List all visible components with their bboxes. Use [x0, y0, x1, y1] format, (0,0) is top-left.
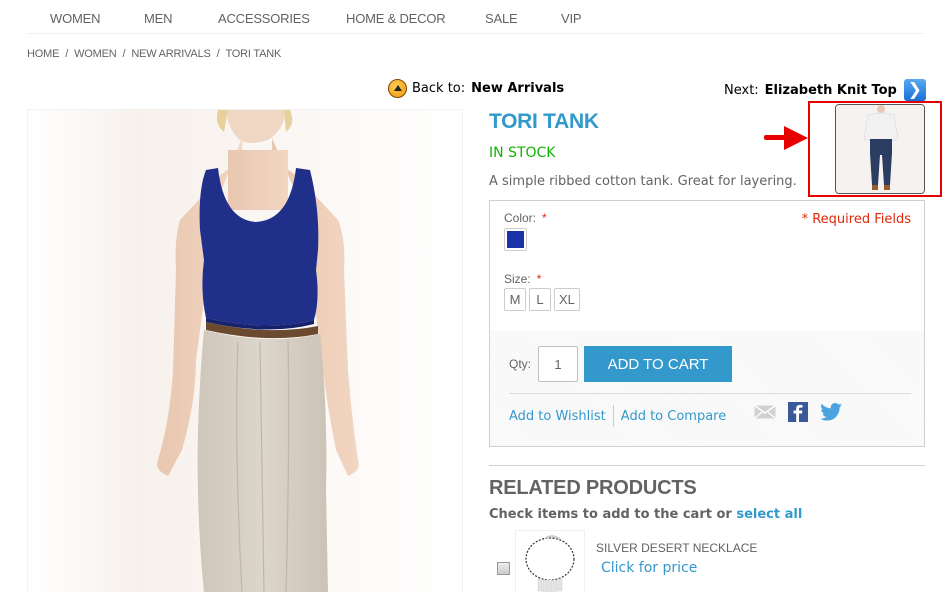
- qty-label: Qty:: [509, 357, 532, 371]
- email-icon[interactable]: [754, 405, 776, 419]
- product-options: Color: * * Required Fields Size: * M L XL: [489, 200, 925, 332]
- breadcrumb-current: TORI TANK: [225, 48, 282, 60]
- breadcrumb-separator: /: [65, 48, 69, 60]
- product-name: TORI TANK: [489, 110, 599, 133]
- social-share: [754, 402, 842, 422]
- breadcrumb-new-arrivals[interactable]: NEW ARRIVALS: [131, 48, 211, 60]
- qty-input[interactable]: [538, 346, 578, 382]
- breadcrumb-separator: /: [122, 48, 126, 60]
- breadcrumb-home[interactable]: HOME: [27, 48, 59, 60]
- nav-item-home-decor[interactable]: HOME & DECOR: [346, 11, 446, 26]
- necklace-image: [525, 535, 575, 592]
- breadcrumb: HOME / WOMEN / NEW ARRIVALS / TORI TANK: [27, 48, 281, 60]
- nav-item-women[interactable]: WOMEN: [50, 11, 100, 26]
- size-label-text: Size:: [504, 272, 531, 286]
- related-product-name[interactable]: SILVER DESERT NECKLACE: [596, 541, 757, 555]
- facebook-icon[interactable]: [788, 402, 808, 422]
- add-to-cart-box: Qty: ADD TO CART Add to Wishlist Add to …: [489, 331, 925, 447]
- add-to-cart-button[interactable]: ADD TO CART: [584, 346, 732, 382]
- breadcrumb-separator: /: [216, 48, 220, 60]
- required-fields-note: * Required Fields: [801, 212, 911, 227]
- breadcrumb-women[interactable]: WOMEN: [74, 48, 117, 60]
- add-to-wishlist-link[interactable]: Add to Wishlist: [509, 409, 606, 424]
- color-label-text: Color:: [504, 211, 537, 225]
- product-links: Add to Wishlist Add to Compare: [509, 405, 726, 427]
- select-all-link[interactable]: select all: [736, 507, 802, 522]
- click-for-price-link[interactable]: Click for price: [601, 560, 697, 576]
- next-product-thumbnail-image: [836, 105, 924, 193]
- product-description: A simple ribbed cotton tank. Great for l…: [489, 174, 797, 189]
- back-to-prefix: Back to:: [412, 81, 466, 96]
- twitter-icon[interactable]: [820, 403, 842, 421]
- up-arrow-icon: [388, 79, 407, 98]
- model-photo-illustration: [157, 110, 359, 592]
- related-product-checkbox[interactable]: [497, 562, 510, 575]
- divider: [489, 465, 925, 466]
- size-label: Size: *: [504, 272, 541, 286]
- next-target: Elizabeth Knit Top: [764, 82, 897, 98]
- size-option-xl[interactable]: XL: [554, 288, 580, 311]
- related-products-title: RELATED PRODUCTS: [489, 477, 697, 499]
- annotation-arrow-icon: [764, 126, 808, 150]
- color-label: Color: *: [504, 211, 547, 225]
- next-product-link[interactable]: Next: Elizabeth Knit Top ❯: [724, 79, 926, 101]
- required-star: *: [542, 211, 547, 225]
- next-prefix: Next:: [724, 82, 759, 98]
- nav-item-vip[interactable]: VIP: [561, 11, 582, 26]
- next-product-thumbnail[interactable]: [835, 104, 925, 194]
- nav-item-men[interactable]: MEN: [144, 11, 172, 26]
- related-note-text: Check items to add to the cart or: [489, 507, 732, 522]
- related-product-image[interactable]: [515, 530, 585, 592]
- top-navigation: WOMEN MEN ACCESSORIES HOME & DECOR SALE …: [27, 0, 924, 34]
- back-to-link[interactable]: Back to: New Arrivals: [388, 79, 564, 98]
- nav-item-accessories[interactable]: ACCESSORIES: [218, 11, 310, 26]
- color-swatch-fill: [507, 231, 524, 248]
- next-arrow-icon: ❯: [903, 79, 926, 101]
- back-to-target: New Arrivals: [471, 81, 565, 96]
- required-star: *: [536, 272, 542, 286]
- nav-item-sale[interactable]: SALE: [485, 11, 518, 26]
- related-products-note: Check items to add to the cart or select…: [489, 507, 802, 522]
- divider: [509, 393, 911, 394]
- add-to-compare-link[interactable]: Add to Compare: [621, 409, 726, 424]
- color-swatch-blue[interactable]: [504, 228, 527, 251]
- product-main-image[interactable]: [27, 109, 463, 592]
- availability-status: IN STOCK: [489, 145, 556, 161]
- size-option-m[interactable]: M: [504, 288, 526, 311]
- divider: [612, 405, 614, 427]
- size-options: M L XL: [504, 288, 580, 311]
- size-option-l[interactable]: L: [529, 288, 551, 311]
